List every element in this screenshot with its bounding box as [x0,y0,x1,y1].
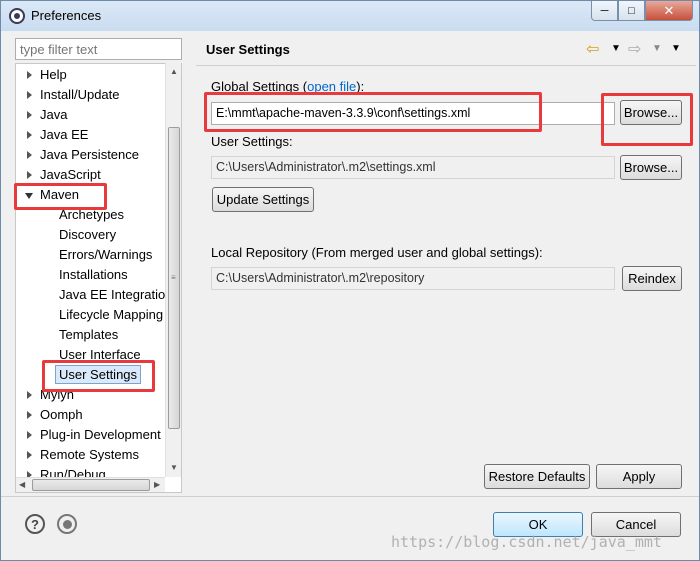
tree-item[interactable]: Lifecycle Mapping [16,305,166,325]
open-file-link[interactable]: open file [307,79,356,94]
tree-item[interactable]: Java Persistence [16,145,166,165]
tree-item[interactable]: Java [16,105,166,125]
reindex-button[interactable]: Reindex [622,266,682,291]
collapsed-arrow-icon[interactable] [27,131,32,139]
tree-item-label: User Interface [59,347,141,362]
record-macro-icon[interactable] [57,514,77,534]
back-dropdown-icon[interactable]: ▼ [611,43,621,54]
window-title: Preferences [31,8,102,23]
scroll-up-icon[interactable]: ▲ [170,67,178,76]
forward-icon[interactable]: ⇨ [628,39,641,59]
tree-item-label: Maven [40,187,80,202]
expanded-arrow-icon[interactable] [25,193,33,199]
tree-item[interactable]: Oomph [16,405,166,425]
tree-item[interactable]: Templates [16,325,166,345]
tree-item-label: User Settings [55,365,142,384]
global-settings-field[interactable]: E:\mmt\apache-maven-3.3.9\conf\settings.… [211,102,615,125]
hscroll-thumb[interactable] [32,479,150,491]
tree-item-label: Plug-in Development [40,427,161,442]
scroll-down-icon[interactable]: ▼ [170,463,178,472]
tree-item[interactable]: JavaScript [16,165,166,185]
page-title: User Settings [206,42,290,57]
tree-item-label: Install/Update [40,87,120,102]
global-browse-button[interactable]: Browse... [620,100,682,125]
user-settings-label: User Settings: [211,134,293,149]
tree-item[interactable]: Plug-in Development [16,425,166,445]
collapsed-arrow-icon[interactable] [27,91,32,99]
preferences-window: Preferences ─ □ ✕ Help Install/Update Java… [0,0,700,561]
tree-item[interactable]: Errors/Warnings [16,245,166,265]
collapsed-arrow-icon[interactable] [27,411,32,419]
tree-item[interactable]: Installations [16,265,166,285]
scroll-right-icon[interactable]: ▶ [154,480,160,489]
tree-item[interactable]: Help [16,65,166,85]
tree-vertical-scrollbar[interactable]: ▲ ≡ ▼ [165,63,181,477]
local-repository-field: C:\Users\Administrator\.m2\repository [211,267,615,290]
header-divider [196,65,696,66]
tree-item[interactable]: Maven [16,185,166,205]
collapsed-arrow-icon[interactable] [27,151,32,159]
tree-item-label: Mylyn [40,387,74,402]
maximize-button[interactable]: □ [618,1,645,21]
back-icon[interactable]: ⇦ [586,39,599,59]
tree-item[interactable]: Remote Systems [16,445,166,465]
tree-item[interactable]: Install/Update [16,85,166,105]
tree-item-label: Remote Systems [40,447,139,462]
tree-item-label: JavaScript [40,167,101,182]
tree-item-label: Java EE [40,127,89,142]
collapsed-arrow-icon[interactable] [27,111,32,119]
user-browse-button[interactable]: Browse... [620,155,682,180]
preference-tree: Help Install/Update Java Java EE Java Persis… [15,63,182,493]
user-settings-field[interactable]: C:\Users\Administrator\.m2\settings.xml [211,156,615,179]
tree-item-label: Java Persistence [40,147,139,162]
forward-dropdown-icon[interactable]: ▼ [652,43,662,54]
collapsed-arrow-icon[interactable] [27,391,32,399]
tree-item[interactable]: User Interface [16,345,166,365]
filter-input[interactable] [15,38,182,60]
tree-item[interactable]: Java EE [16,125,166,145]
tree-item[interactable]: User Settings [16,365,166,385]
global-settings-label: Global Settings (open file): [211,79,365,94]
scroll-left-icon[interactable]: ◀ [19,480,25,489]
scroll-thumb[interactable]: ≡ [168,127,180,429]
tree-item[interactable]: Java EE Integratior [16,285,170,305]
tree-horizontal-scrollbar[interactable]: ◀ ▶ [16,477,165,492]
help-icon[interactable]: ? [25,514,45,534]
tree-item-label: Java [40,107,68,122]
tree-item-label: Lifecycle Mapping [59,307,164,322]
tree-item[interactable]: Discovery [16,225,166,245]
collapsed-arrow-icon[interactable] [27,431,32,439]
restore-defaults-button[interactable]: Restore Defaults [484,464,590,489]
apply-button[interactable]: Apply [596,464,682,489]
tree-item-label: Discovery [59,227,117,242]
footer-divider [1,496,699,497]
local-repository-label: Local Repository (From merged user and g… [211,245,543,260]
tree-item[interactable]: Mylyn [16,385,166,405]
close-icon: ✕ [663,2,675,18]
tree-item-label: Oomph [40,407,83,422]
tree-item-label: Templates [59,327,119,342]
tree-item-label: Java EE Integratior [59,287,170,302]
close-button[interactable]: ✕ [645,1,693,21]
update-settings-button[interactable]: Update Settings [212,187,314,212]
collapsed-arrow-icon[interactable] [27,71,32,79]
eclipse-icon [9,8,25,24]
navigation-toolbar: ⇦ ▼ ⇨ ▼ ▼ [586,39,686,59]
collapsed-arrow-icon[interactable] [27,451,32,459]
tree-item-label: Help [40,67,67,82]
tree-item-label: Installations [59,267,128,282]
view-menu-icon[interactable]: ▼ [671,43,681,54]
tree-item[interactable]: Archetypes [16,205,166,225]
collapsed-arrow-icon[interactable] [27,171,32,179]
minimize-button[interactable]: ─ [591,1,618,21]
title-bar: Preferences ─ □ ✕ [1,1,699,31]
tree-item-label: Archetypes [59,207,125,222]
tree-item-label: Errors/Warnings [59,247,153,262]
watermark: https://blog.csdn.net/java_mmt [391,533,662,551]
